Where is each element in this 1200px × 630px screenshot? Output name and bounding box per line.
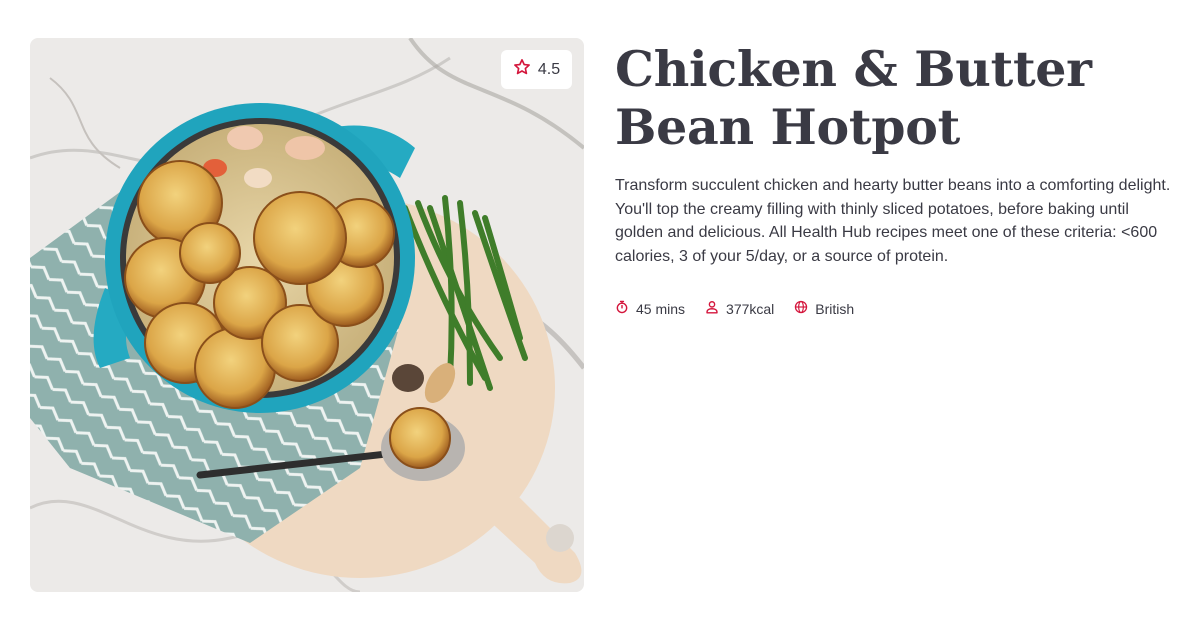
meta-cuisine-label: British	[815, 300, 855, 317]
recipe-description: Transform succulent chicken and hearty b…	[615, 177, 1171, 265]
recipe-details: Chicken & Butter Bean Hotpot Transform s…	[615, 40, 1175, 317]
meta-time-label: 45 mins	[636, 300, 686, 317]
rating-value: 4.5	[537, 60, 561, 78]
stopwatch-icon	[615, 300, 629, 317]
rating-badge: 4.5	[501, 50, 572, 89]
globe-icon	[794, 300, 808, 317]
recipe-image	[30, 38, 584, 592]
person-icon	[705, 300, 719, 317]
meta-calories-label: 377kcal	[726, 300, 775, 317]
recipe-meta: 45 mins 377kcal British	[615, 300, 1175, 317]
meta-calories: 377kcal	[705, 300, 774, 317]
star-icon	[513, 58, 531, 81]
meta-time: 45 mins	[615, 300, 685, 317]
recipe-title: Chicken & Butter Bean Hotpot	[615, 40, 1092, 156]
meta-cuisine: British	[794, 300, 854, 317]
